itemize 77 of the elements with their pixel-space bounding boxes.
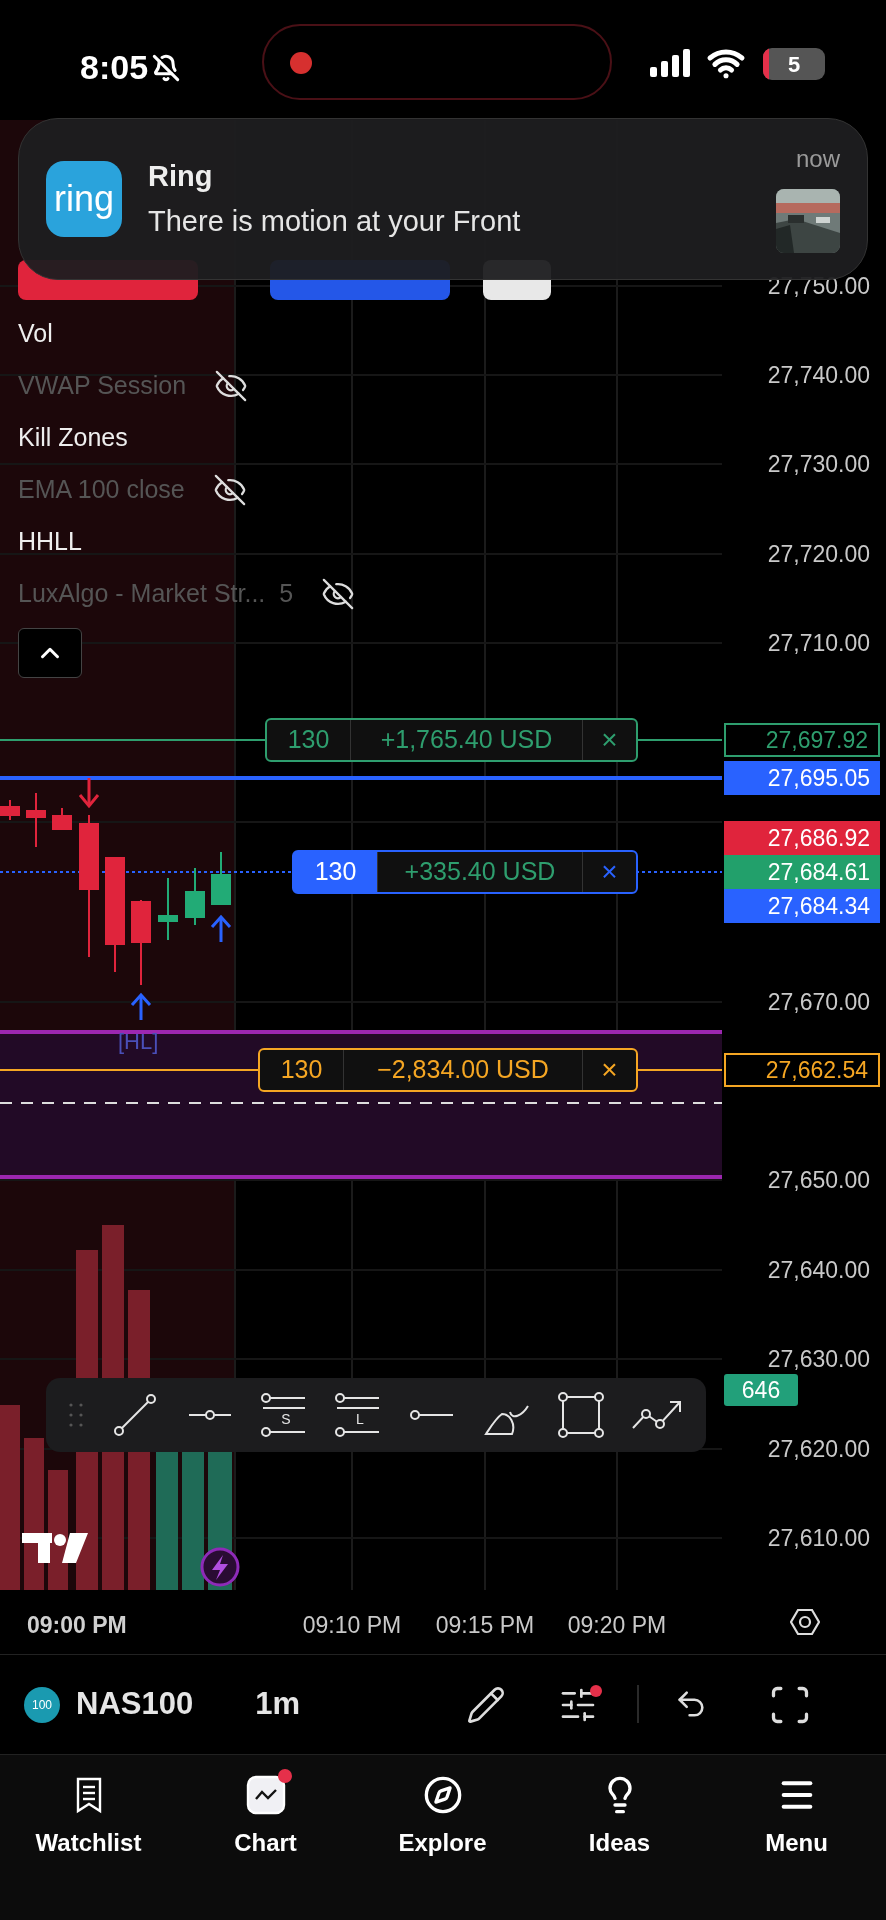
price-tick: 27,710.00 xyxy=(766,628,870,658)
up-arrow-icon xyxy=(210,914,232,942)
bell-muted-icon xyxy=(152,53,181,82)
hidden-eye-icon[interactable] xyxy=(321,577,356,611)
order-quantity: 130 xyxy=(294,852,378,892)
order-label[interactable]: 130 −2,834.00 USD × xyxy=(258,1048,638,1092)
price-marker: 27,684.61 xyxy=(724,855,880,889)
indicator-name[interactable]: Kill Zones xyxy=(18,419,128,457)
close-order-button[interactable]: × xyxy=(582,720,636,760)
hidden-eye-icon[interactable] xyxy=(214,369,249,403)
pencil-icon[interactable] xyxy=(466,1685,506,1725)
nav-tab[interactable]: Explore xyxy=(354,1765,531,1861)
order-pnl: +1,765.40 USD xyxy=(379,724,554,756)
price-marker: 27,686.92 xyxy=(724,821,880,855)
symbol-button[interactable]: NAS100 xyxy=(76,1681,194,1728)
close-order-button[interactable]: × xyxy=(582,852,636,892)
candle xyxy=(211,851,231,906)
candle xyxy=(158,877,178,941)
settings-icon[interactable] xyxy=(790,1607,820,1637)
notification-message: There is motion at your Front xyxy=(148,204,522,239)
interval-button[interactable]: 1m xyxy=(255,1681,300,1728)
symbol-logo-text: 100 xyxy=(32,1696,52,1714)
time-tick: 09:10 PM xyxy=(302,1611,402,1640)
pattern-label: [HL] xyxy=(118,1028,159,1056)
price-tick: 27,730.00 xyxy=(766,449,870,479)
indicator-value: 5 xyxy=(279,578,294,610)
candle xyxy=(52,807,72,830)
price-tick: 27,740.00 xyxy=(766,360,870,390)
rectangle-icon xyxy=(555,1390,606,1440)
price-marker: 27,695.05 xyxy=(724,761,880,795)
order-label[interactable]: 130 +1,765.40 USD × xyxy=(265,718,638,762)
nav-tab[interactable]: Menu xyxy=(708,1765,885,1861)
time-tick: 09:15 PM xyxy=(435,1611,535,1640)
indicator-name[interactable]: HHLL xyxy=(18,523,82,561)
order-pnl: −2,834.00 USD xyxy=(376,1054,550,1086)
notification-time: now xyxy=(795,144,840,174)
close-order-button[interactable]: × xyxy=(582,1050,636,1090)
drawing-tool-button[interactable]: L xyxy=(327,1384,389,1446)
price-tick: 27,620.00 xyxy=(766,1434,870,1464)
price-tick: 27,630.00 xyxy=(766,1344,870,1374)
price-tick: 27,720.00 xyxy=(766,539,870,569)
nav-tab[interactable]: Watchlist xyxy=(0,1765,177,1861)
price-marker: 27,684.34 xyxy=(724,889,880,923)
price-marker: 27,697.92 xyxy=(724,723,880,757)
indicator-name[interactable]: Vol xyxy=(18,315,53,353)
candle xyxy=(185,867,205,926)
order-quantity: 130 xyxy=(260,1050,344,1090)
volume-marker: 646 xyxy=(724,1374,798,1406)
compass-icon xyxy=(422,1775,463,1815)
drawing-tool-button[interactable]: S xyxy=(252,1384,315,1446)
price-tick: 27,640.00 xyxy=(766,1255,870,1285)
candle xyxy=(0,799,20,821)
time-tick: 09:20 PM xyxy=(567,1611,667,1640)
hidden-eye-icon[interactable] xyxy=(212,473,247,507)
nav-tab[interactable]: Ideas xyxy=(531,1765,708,1861)
price-marker: 27,662.54 xyxy=(724,1053,880,1087)
order-label[interactable]: 130 +335.40 USD × xyxy=(292,850,638,894)
signal-icon xyxy=(650,49,692,77)
order-quantity: 130 xyxy=(267,720,351,760)
nav-tab[interactable]: Chart xyxy=(177,1765,354,1861)
lightning-icon xyxy=(200,1547,240,1587)
battery-level: 5 xyxy=(787,50,801,79)
app-logo-text: ring xyxy=(54,177,114,221)
down-arrow-icon xyxy=(78,778,100,809)
price-tick: 27,670.00 xyxy=(766,987,870,1017)
order-pnl: +335.40 USD xyxy=(403,856,557,888)
time-tick: 09:00 PM xyxy=(27,1611,127,1640)
notification-title: Ring xyxy=(148,158,214,194)
candle xyxy=(26,792,46,848)
battery-charge xyxy=(763,48,769,80)
chart-icon xyxy=(245,1775,286,1815)
logo-icon xyxy=(22,1533,88,1563)
collapse-button[interactable] xyxy=(18,628,82,678)
clock-time: 8:05 xyxy=(80,47,149,88)
price-tick: 27,610.00 xyxy=(766,1523,870,1553)
up-arrow-icon xyxy=(130,992,152,1020)
price-tick: 27,650.00 xyxy=(766,1165,870,1195)
